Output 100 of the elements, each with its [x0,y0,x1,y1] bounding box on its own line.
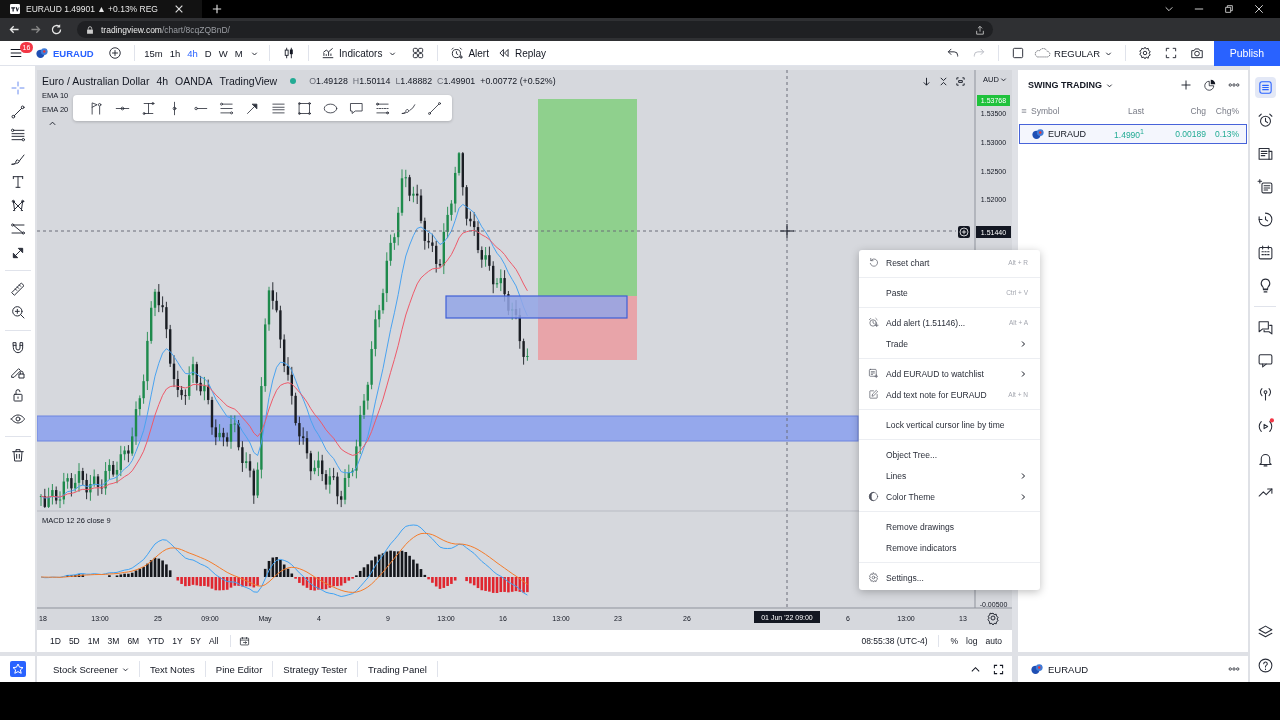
square-icon[interactable] [1011,46,1026,60]
pie-chart-icon[interactable] [1204,79,1216,91]
parallel-lines-icon[interactable] [9,127,26,143]
symbol-button[interactable]: EURAUD [36,40,94,66]
symbol-cell: EURAUD [1048,129,1086,139]
range-button[interactable]: YTD [143,630,169,652]
menu-item[interactable]: Color Theme [859,486,1040,507]
projection-icon[interactable] [9,221,26,237]
chevron-down-icon[interactable] [1164,4,1174,14]
ruler-icon[interactable] [9,280,26,297]
menu-item[interactable]: Lock vertical cursor line by time [859,414,1040,435]
menu-item[interactable]: Remove indicators [859,537,1040,558]
session-button[interactable]: REGULAR [1033,40,1117,66]
forward-arrow-icon[interactable] [29,23,42,36]
pattern-icon[interactable] [9,197,26,214]
interval-button[interactable]: W [215,40,232,66]
speech-bubble-icon[interactable] [349,100,364,116]
watchlist-selector[interactable]: SWING TRADING [1028,80,1113,90]
interval-button[interactable]: 1h [166,40,184,66]
range-button[interactable]: 3M [103,630,124,652]
price-range-icon[interactable] [141,100,156,116]
clock-text[interactable]: 08:55:38 (UTC-4) [861,636,928,646]
menu-item[interactable]: Remove drawings [859,516,1040,537]
address-field[interactable]: tradingview.com/chart/8cqZQBnD/ [77,21,993,38]
panel-tab[interactable]: Text Notes [139,656,205,682]
auto-scale-button[interactable]: auto [981,630,1006,652]
range-button[interactable]: 1M [83,630,104,652]
collapse-caret-icon[interactable] [48,119,57,128]
percent-scale-button[interactable]: % [946,630,963,652]
fullscreen-icon[interactable] [1164,46,1178,60]
undo-icon[interactable] [946,46,961,60]
layout-grid-icon[interactable] [411,46,426,60]
go-to-date-icon[interactable] [239,635,251,647]
fullscreen-icon[interactable] [993,663,1004,675]
watchlist-row[interactable]: EURAUD 1.4990$^{1}$ 0.00189 0.13% [1019,124,1247,144]
watchlist-icon[interactable] [1254,77,1276,98]
trend-line-icon[interactable] [9,103,26,120]
chevron-down-icon [1106,81,1113,89]
camera-icon[interactable] [1190,46,1204,60]
last-price-cell-text: 1.4990$^{1}$ [1113,128,1144,140]
close-tab-icon[interactable] [173,4,184,14]
crosshair-cursor-icon [779,223,795,239]
indicators-button[interactable]: Indicators [315,40,383,66]
caret-icon [999,76,1007,83]
channel-lines-icon[interactable] [219,100,234,116]
rectangle-icon[interactable] [297,100,312,116]
arrow-marker-icon[interactable] [245,100,260,116]
interval-button[interactable]: 15m [140,40,167,66]
menu-item[interactable]: Add EURAUD to watchlist [859,363,1040,384]
reload-icon[interactable] [50,23,63,36]
range-button[interactable]: 5Y [186,630,205,652]
range-button[interactable]: 1Y [168,630,187,652]
collapse-arrows-icon[interactable] [938,76,949,87]
url-text: tradingview.com/chart/8cqZQBnD/ [101,24,230,35]
panel-tab[interactable]: Trading Panel [358,656,437,682]
range-button[interactable]: 5D [64,630,84,652]
new-tab-icon[interactable] [211,4,222,14]
column-header[interactable]: Symbol [1031,106,1060,116]
range-button[interactable]: 1D [46,630,65,652]
settings-icon[interactable] [1138,46,1152,60]
add-icon[interactable] [1180,79,1192,91]
restore-icon[interactable] [1224,4,1234,14]
panel-tab[interactable]: Stock Screener [43,656,139,682]
chevron-right-icon [1019,339,1027,348]
interval-button[interactable]: M [231,40,247,66]
horizontal-lines-icon[interactable] [271,100,286,116]
ellipse-icon[interactable] [323,100,338,116]
arrow-down-icon[interactable] [921,76,932,87]
browser-tab[interactable]: EURAUD 1.49901 ▲ +0.13% REG [0,0,202,18]
menu-item[interactable]: Lines [859,465,1040,486]
trash-icon[interactable] [9,446,26,463]
trend-line-icon[interactable] [427,100,442,116]
maximize-icon[interactable] [955,76,966,87]
range-button[interactable]: All [205,630,223,652]
menu-icon[interactable] [9,46,23,60]
flag-marker-icon[interactable] [89,100,104,116]
dashed-channel-icon[interactable] [375,100,390,116]
add-circle-icon[interactable] [107,46,122,60]
interval-button[interactable]: 4h [183,40,202,66]
lock-icon [85,24,95,35]
panel-tab[interactable]: Strategy Tester [273,656,358,682]
interval-button[interactable]: D [201,40,216,66]
panel-tab[interactable]: Pine Editor [205,656,273,682]
menu-item[interactable]: Trade [859,333,1040,354]
alert-button[interactable]: Alert [444,40,489,66]
zoom-in-icon[interactable] [9,304,26,320]
close-window-icon[interactable] [1254,4,1264,14]
menu-item[interactable]: Settings... [859,567,1040,588]
column-header[interactable]: Chg% [1206,106,1239,116]
range-button[interactable]: 6M [123,630,144,652]
menu-item[interactable]: Object Tree... [859,444,1040,465]
log-scale-button[interactable]: log [962,630,982,652]
favorites-star-icon[interactable] [9,661,26,677]
publish-button[interactable]: Publish [1214,40,1280,66]
share-icon[interactable] [975,24,985,35]
column-header[interactable]: Chg [1144,106,1206,116]
replay-button[interactable]: Replay [490,40,547,66]
column-header[interactable]: Last [1086,106,1144,116]
back-arrow-icon[interactable] [8,23,21,36]
settings-icon[interactable] [987,612,999,626]
